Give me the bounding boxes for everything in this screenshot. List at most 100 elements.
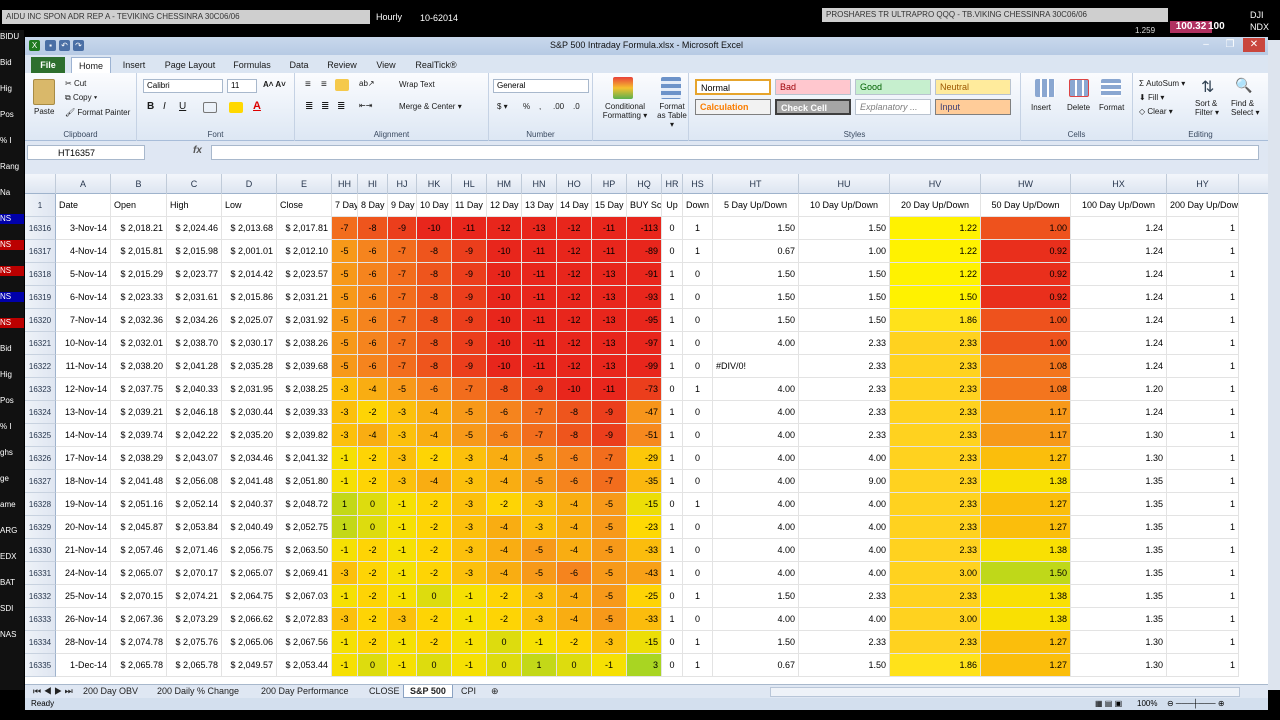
row-number[interactable]: 16332 bbox=[25, 585, 56, 608]
row-number[interactable]: 16317 bbox=[25, 240, 56, 263]
sheet-tab-200-daily-change[interactable]: 200 Daily % Change bbox=[151, 685, 245, 698]
cell[interactable]: -6 bbox=[487, 424, 522, 447]
sheet-tab-close[interactable]: CLOSE bbox=[363, 685, 406, 698]
cell[interactable]: 1 bbox=[683, 585, 713, 608]
cell[interactable]: 1.30 bbox=[1071, 631, 1167, 654]
cell[interactable]: -12 bbox=[557, 332, 592, 355]
cell[interactable]: 1 bbox=[1167, 539, 1239, 562]
cell[interactable]: $ 2,031.95 bbox=[222, 378, 277, 401]
cell[interactable]: 200 Day Up/Down bbox=[1167, 194, 1239, 217]
cell[interactable]: 0 bbox=[662, 240, 683, 263]
cell[interactable]: -8 bbox=[417, 286, 452, 309]
cell[interactable]: -5 bbox=[522, 470, 557, 493]
cell[interactable]: -4 bbox=[487, 470, 522, 493]
cell[interactable]: $ 2,030.44 bbox=[222, 401, 277, 424]
cell[interactable]: 1.08 bbox=[981, 355, 1071, 378]
cell[interactable]: $ 2,013.68 bbox=[222, 217, 277, 240]
cell[interactable]: $ 2,064.75 bbox=[222, 585, 277, 608]
cell[interactable]: 1 bbox=[683, 631, 713, 654]
cell[interactable]: -7 bbox=[388, 286, 417, 309]
cell[interactable]: 0 bbox=[683, 562, 713, 585]
column-header[interactable]: HR bbox=[662, 174, 683, 194]
cell[interactable]: -13 bbox=[592, 263, 627, 286]
cell[interactable]: -11 bbox=[522, 286, 557, 309]
cell[interactable]: 0 bbox=[662, 585, 683, 608]
cell[interactable]: -43 bbox=[627, 562, 662, 585]
cell[interactable]: -1 bbox=[522, 631, 557, 654]
cell[interactable]: -15 bbox=[627, 631, 662, 654]
sheet-nav-arrows[interactable]: ⏮ ◀ ▶ ⏭ bbox=[27, 685, 79, 698]
cell[interactable]: -4 bbox=[417, 470, 452, 493]
cell[interactable]: -10 bbox=[487, 263, 522, 286]
cell[interactable]: -5 bbox=[522, 562, 557, 585]
underline-button[interactable]: U bbox=[179, 101, 186, 112]
cell[interactable]: -12 bbox=[557, 286, 592, 309]
cell[interactable]: 26-Nov-14 bbox=[56, 608, 111, 631]
column-header[interactable]: HS bbox=[683, 174, 713, 194]
row-number[interactable]: 16328 bbox=[25, 493, 56, 516]
delete-cells-icon[interactable] bbox=[1069, 79, 1089, 97]
cell[interactable]: 1-Dec-14 bbox=[56, 654, 111, 677]
cell[interactable]: -1 bbox=[388, 516, 417, 539]
cell[interactable]: -3 bbox=[452, 447, 487, 470]
cell[interactable]: -13 bbox=[522, 217, 557, 240]
cell[interactable]: 0 bbox=[683, 309, 713, 332]
cell[interactable]: 1.27 bbox=[981, 631, 1071, 654]
cell[interactable]: -113 bbox=[627, 217, 662, 240]
cell[interactable]: 1 bbox=[1167, 401, 1239, 424]
cell[interactable]: $ 2,056.08 bbox=[167, 470, 222, 493]
cell[interactable]: $ 2,017.81 bbox=[277, 217, 332, 240]
align-right-icon[interactable]: ≣ bbox=[337, 101, 345, 112]
sheet-tab-200-day-performance[interactable]: 200 Day Performance bbox=[255, 685, 355, 698]
column-header[interactable]: C bbox=[167, 174, 222, 194]
cell[interactable]: 0 bbox=[683, 332, 713, 355]
clear-button[interactable]: ◇ Clear ▾ bbox=[1139, 107, 1173, 116]
cell[interactable]: 3-Nov-14 bbox=[56, 217, 111, 240]
insert-cells-icon[interactable] bbox=[1035, 79, 1055, 97]
cell[interactable]: 1.17 bbox=[981, 424, 1071, 447]
column-header[interactable]: HY bbox=[1167, 174, 1239, 194]
cell[interactable]: 0.67 bbox=[713, 654, 799, 677]
cell[interactable]: Down bbox=[683, 194, 713, 217]
cell[interactable]: 2.33 bbox=[890, 378, 981, 401]
cell[interactable]: 1.50 bbox=[713, 309, 799, 332]
cell[interactable]: 2.33 bbox=[890, 401, 981, 424]
cell[interactable]: 1.38 bbox=[981, 608, 1071, 631]
row-number[interactable]: 16334 bbox=[25, 631, 56, 654]
style-calculation[interactable]: Calculation bbox=[695, 99, 771, 115]
column-header[interactable]: HX bbox=[1071, 174, 1167, 194]
align-middle-icon[interactable]: ≡ bbox=[321, 79, 327, 90]
cell[interactable]: 1.50 bbox=[981, 562, 1071, 585]
cell[interactable]: -3 bbox=[592, 631, 627, 654]
cell[interactable]: -8 bbox=[417, 332, 452, 355]
cell[interactable]: 1.38 bbox=[981, 539, 1071, 562]
cell[interactable]: $ 2,067.56 bbox=[277, 631, 332, 654]
cell[interactable]: -6 bbox=[557, 562, 592, 585]
cell[interactable]: 1 bbox=[1167, 585, 1239, 608]
cell[interactable]: 21-Nov-14 bbox=[56, 539, 111, 562]
cell[interactable]: $ 2,043.07 bbox=[167, 447, 222, 470]
cell[interactable]: $ 2,015.98 bbox=[167, 240, 222, 263]
indent-icon[interactable]: ⇤⇥ bbox=[359, 101, 372, 110]
cell[interactable]: $ 2,065.06 bbox=[222, 631, 277, 654]
column-header[interactable]: HU bbox=[799, 174, 890, 194]
cell[interactable]: 0 bbox=[662, 654, 683, 677]
cell[interactable]: 1.35 bbox=[1071, 562, 1167, 585]
cell[interactable]: -3 bbox=[332, 401, 358, 424]
cell[interactable]: -1 bbox=[388, 631, 417, 654]
cell[interactable]: -2 bbox=[417, 608, 452, 631]
cell[interactable]: 3 bbox=[627, 654, 662, 677]
cell[interactable]: -4 bbox=[358, 424, 388, 447]
cell[interactable]: $ 2,034.26 bbox=[167, 309, 222, 332]
cell[interactable]: 1 bbox=[1167, 631, 1239, 654]
tab-formulas[interactable]: Formulas bbox=[229, 57, 275, 73]
cell[interactable]: -51 bbox=[627, 424, 662, 447]
align-center-icon[interactable]: ≣ bbox=[321, 101, 329, 112]
cell[interactable]: $ 2,052.14 bbox=[167, 493, 222, 516]
cell[interactable]: $ 2,015.86 bbox=[222, 286, 277, 309]
cell[interactable]: 1 bbox=[662, 516, 683, 539]
cell[interactable]: 4.00 bbox=[799, 539, 890, 562]
cell[interactable]: 1.27 bbox=[981, 654, 1071, 677]
cell[interactable]: 9.00 bbox=[799, 470, 890, 493]
cell[interactable]: $ 2,039.82 bbox=[277, 424, 332, 447]
